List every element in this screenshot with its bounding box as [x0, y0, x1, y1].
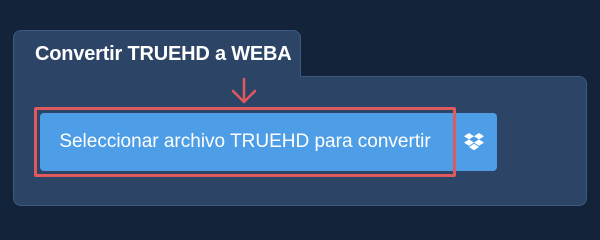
panel-title: Convertir TRUEHD a WEBA	[35, 43, 292, 65]
dropbox-icon	[463, 133, 484, 151]
dropbox-button[interactable]	[450, 113, 497, 171]
arrow-down-icon	[231, 78, 257, 104]
highlight-frame	[34, 107, 456, 177]
